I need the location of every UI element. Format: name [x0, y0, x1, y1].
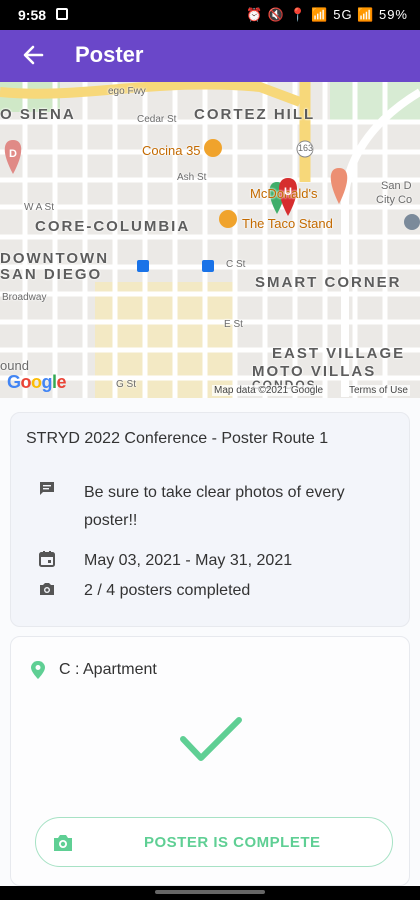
status-time: 9:58: [18, 7, 47, 23]
notification-icon: [56, 8, 68, 20]
map-label-city: San D: [381, 180, 412, 192]
checkmark-icon: [179, 715, 243, 765]
map-label-city2: City Co: [376, 194, 413, 206]
map-street-gst: G St: [116, 379, 137, 390]
camera-icon: [39, 581, 55, 597]
page-title: Poster: [75, 42, 144, 67]
route-note-line1: Be sure to take clear photos of every: [84, 484, 345, 501]
map-label-smart: SMART CORNER: [255, 274, 402, 291]
route-note-line2: poster!!: [84, 512, 138, 529]
system-nav-bar: [0, 886, 420, 900]
map-street-broadway: Broadway: [2, 292, 47, 303]
map-street-cst: C St: [226, 259, 246, 270]
map-pin-u[interactable]: U: [284, 186, 292, 198]
map-route-shield: 163: [298, 143, 314, 153]
poster-complete-button[interactable]: POSTER IS COMPLETE: [35, 817, 393, 867]
map-pin-d[interactable]: D: [9, 148, 17, 160]
map-attribution: Map data ©2021 Google: [212, 385, 326, 396]
calendar-icon: [39, 551, 55, 567]
poster-complete-label: POSTER IS COMPLETE: [144, 834, 321, 851]
map-street-est: E St: [224, 319, 243, 330]
poster-status-card: C : Apartment POSTER IS COMPLETE: [10, 636, 410, 886]
map-street-cedar: Cedar St: [137, 114, 177, 125]
route-dates: May 03, 2021 - May 31, 2021: [84, 552, 293, 569]
route-title: STRYD 2022 Conference - Poster Route 1: [26, 430, 329, 447]
location-pin-icon: [31, 661, 45, 679]
message-icon: [39, 481, 55, 497]
map-poi-cocina[interactable]: Cocina 35: [142, 143, 201, 158]
route-info-card: STRYD 2022 Conference - Poster Route 1 B…: [10, 412, 410, 627]
map-label-ound: ound: [0, 358, 29, 373]
camera-icon: [53, 834, 73, 852]
map-label-core: CORE-COLUMBIA: [35, 218, 191, 235]
map-view[interactable]: O SIENA CORTEZ HILL CORE-COLUMBIA DOWNTO…: [0, 82, 420, 398]
map-street-wast: W A St: [24, 202, 55, 213]
arrow-left-icon[interactable]: [18, 40, 48, 70]
map-label-downtown: DOWNTOWN: [0, 250, 110, 267]
map-poi-taco[interactable]: The Taco Stand: [242, 216, 333, 231]
map-label-siena: O SIENA: [0, 106, 76, 123]
map-street-ash: Ash St: [177, 172, 207, 183]
status-bar: 9:58 ⏰ 🔇 📍 📶 5G 📶 59%: [0, 0, 420, 30]
map-street-fwy: ego Fwy: [108, 86, 146, 97]
status-icons: ⏰ 🔇 📍 📶 5G 📶 59%: [246, 7, 408, 22]
route-progress: 2 / 4 posters completed: [84, 582, 251, 599]
poster-location: C : Apartment: [59, 661, 157, 678]
app-bar: Poster: [0, 30, 420, 82]
google-logo: Google: [7, 372, 67, 392]
map-label-cortez: CORTEZ HILL: [194, 106, 316, 123]
map-terms-link[interactable]: Terms of Use: [347, 385, 410, 396]
home-handle[interactable]: [155, 890, 265, 894]
map-label-sandiego: SAN DIEGO: [0, 266, 103, 283]
map-label-east: EAST VILLAGE: [272, 345, 406, 362]
